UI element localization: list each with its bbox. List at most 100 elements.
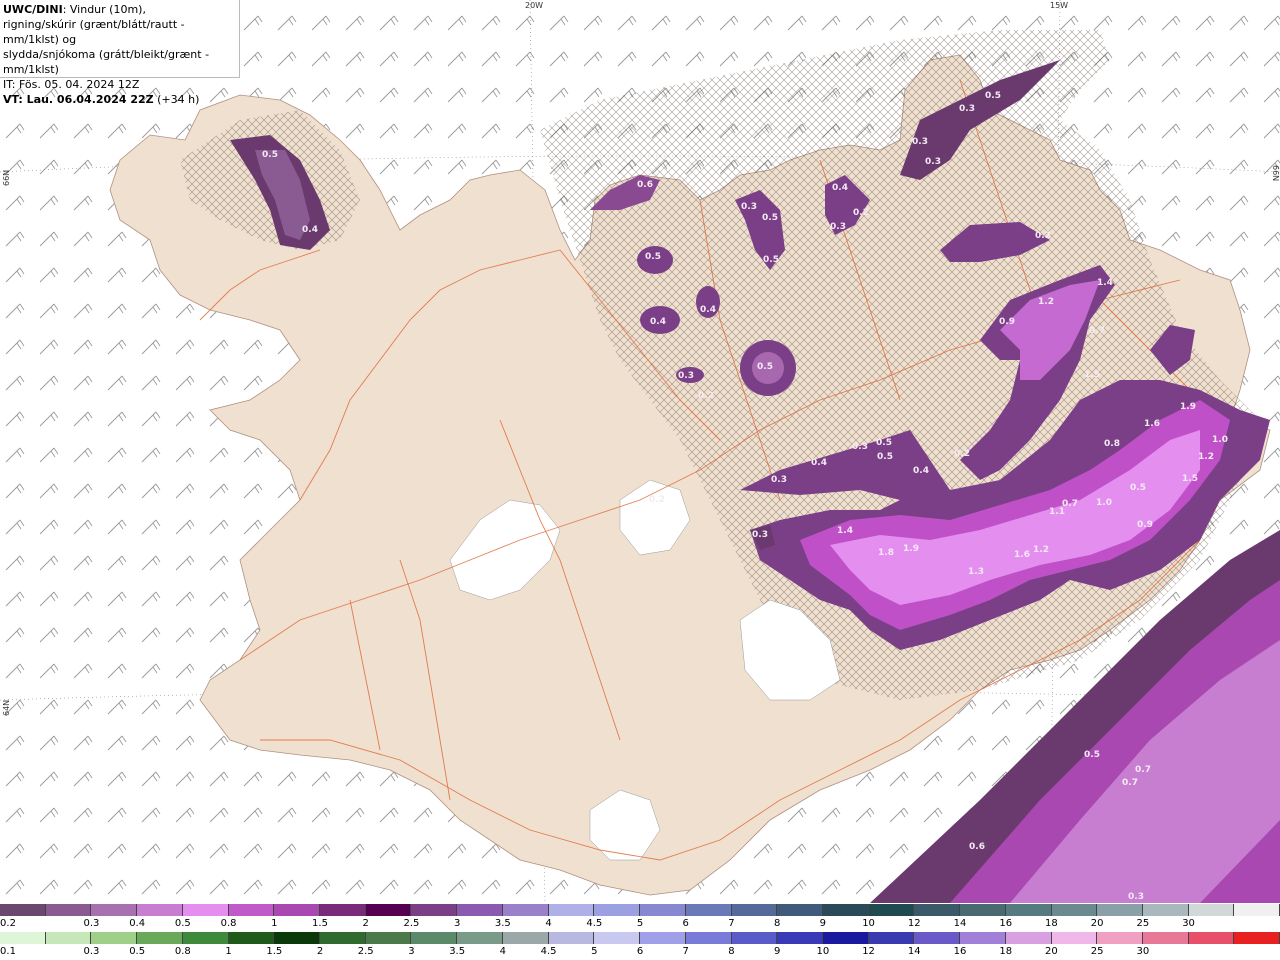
legend-tick-label: 0.1	[0, 946, 16, 957]
legend-swatch	[1097, 932, 1143, 944]
latitude-label-66n-right: 66N	[1271, 165, 1280, 182]
legend-tick-label: 3.5	[494, 918, 511, 929]
precip-value-label: 0.3	[741, 202, 757, 212]
precip-value-label: 0.3	[852, 442, 868, 452]
precip-value-label: 0.7	[1089, 326, 1105, 336]
legend-tick-label: 0.2	[0, 918, 16, 929]
precip-value-label: 0.2	[1035, 231, 1051, 241]
legend-swatch	[457, 904, 503, 916]
legend-swatch	[502, 932, 549, 944]
legend-swatch	[1005, 904, 1052, 916]
precip-value-label: 1.3	[968, 567, 984, 577]
initial-time: IT: Fös. 05. 04. 2024 12Z	[3, 78, 140, 91]
snow-legend-colorbar	[0, 904, 1280, 916]
legend-swatch	[1097, 904, 1143, 916]
legend-swatch	[822, 904, 869, 916]
precip-value-label: 1.5	[1084, 370, 1100, 380]
legend-tick-label: 4	[499, 946, 507, 957]
latitude-label-66n-left: 66N	[2, 169, 11, 186]
legend-tick-label: 4	[545, 918, 552, 929]
title-line2: rigning/skúrir (grænt/blátt/rautt - mm/1…	[3, 18, 185, 46]
precip-value-label: 0.2	[853, 208, 869, 218]
legend-swatch	[320, 904, 366, 916]
legend-tick-label: 6	[682, 918, 689, 929]
legend-tick-label: 14	[953, 918, 967, 929]
legend-tick-label: 0.8	[220, 918, 237, 929]
precip-value-label: 1.4	[1097, 278, 1113, 288]
legend-swatch	[0, 904, 46, 916]
legend-swatch	[274, 904, 321, 916]
precip-value-label: 1.6	[1144, 419, 1160, 429]
legend-swatch	[411, 932, 458, 944]
legend-tick-label: 7	[728, 918, 735, 929]
legend-swatch	[91, 904, 138, 916]
legend-swatch	[1234, 932, 1280, 944]
legend-tick-label: 4.5	[540, 946, 557, 957]
precip-value-label: 0.8	[1104, 439, 1120, 449]
precip-value-label: 0.5	[757, 362, 773, 372]
precip-value-label: 1.2	[1038, 297, 1054, 307]
legend-swatch	[1051, 904, 1098, 916]
legend-tick-label: 7	[682, 946, 689, 957]
precip-value-label: 0.7	[1062, 499, 1078, 509]
legend-tick-label: 25	[1136, 918, 1150, 929]
snow-legend-labels: 0.2 0.3 0.4 0.5 0.8 1 1.5 2 2.5 3 3.5 4 4.5 5 6 7 8 9 10 12…	[0, 918, 1280, 932]
legend-swatch	[640, 932, 686, 944]
precip-value-label: 0.5	[762, 213, 778, 223]
title-line1: : Vindur (10m),	[62, 3, 146, 16]
precip-value-label: 0.3	[925, 157, 941, 167]
precip-value-label: 0.5	[877, 452, 893, 462]
legend-swatch	[91, 932, 138, 944]
legend-swatch	[320, 932, 366, 944]
legend-tick-label: 12	[862, 946, 875, 957]
precip-value-label: 1.2	[1198, 452, 1214, 462]
legend-tick-label: 10	[816, 946, 830, 957]
legend-swatch	[457, 932, 503, 944]
precip-value-label: 0.9	[999, 317, 1015, 327]
legend-tick-label: 3	[453, 918, 461, 929]
precip-value-label: 0.3	[1128, 892, 1144, 902]
legend-tick-label: 2.5	[357, 946, 374, 957]
precip-value-label: 0.4	[302, 225, 318, 235]
legend-swatch	[685, 904, 732, 916]
legend-swatch	[137, 904, 183, 916]
legend-swatch	[0, 932, 46, 944]
map-title-box: UWC/DINI: Vindur (10m), rigning/skúrir (…	[0, 0, 240, 106]
model-name: UWC/DINI	[3, 3, 63, 16]
legend-tick-label: 5	[591, 946, 598, 957]
legend-tick-label: 1	[271, 918, 278, 929]
legend-swatch	[914, 932, 961, 944]
precip-value-label: 0.6	[969, 842, 985, 852]
rain-legend-labels: 0.1 0.3 0.5 0.8 1 1.5 2 2.5 3 3.5 4 4.5 5 6 7 8 9 10 12 14 1…	[0, 946, 1280, 960]
legend-tick-label: 9	[773, 946, 781, 957]
legend-swatch	[182, 904, 229, 916]
precip-value-label: 0.3	[830, 222, 846, 232]
precip-value-label: 0.5	[985, 91, 1001, 101]
precip-value-label: 0.5	[1130, 483, 1146, 493]
legend-swatch	[228, 932, 275, 944]
legend-swatch	[182, 932, 229, 944]
legend-swatch	[274, 932, 321, 944]
legend-swatch	[594, 932, 641, 944]
legend-tick-label: 16	[999, 918, 1013, 929]
legend-swatch	[228, 904, 275, 916]
precip-value-label: 1.5	[1182, 474, 1198, 484]
legend-swatch	[731, 904, 778, 916]
legend-tick-label: 18	[999, 946, 1013, 957]
legend-tick-label: 0.5	[174, 918, 191, 929]
legend-tick-label: 3.5	[449, 946, 466, 957]
precip-value-label: 0.7	[1135, 765, 1151, 775]
precip-value-label: 1.2	[1033, 545, 1049, 555]
weather-map[interactable]	[0, 0, 1280, 903]
precip-value-label: 0.5	[763, 255, 779, 265]
precip-value-label: 1.9	[903, 544, 919, 554]
precip-value-label: 0.4	[650, 317, 666, 327]
legend-swatch	[868, 932, 915, 944]
legend-tick-label: 12	[907, 918, 921, 929]
legend-swatch	[777, 904, 823, 916]
forecast-offset: (+34 h)	[153, 93, 200, 106]
title-line3: slydda/snjókoma (grátt/bleikt/grænt - mm…	[3, 48, 210, 76]
legend-tick-label: 1	[225, 946, 232, 957]
precip-value-label: 1.0	[1212, 435, 1228, 445]
legend-swatch	[1142, 932, 1189, 944]
